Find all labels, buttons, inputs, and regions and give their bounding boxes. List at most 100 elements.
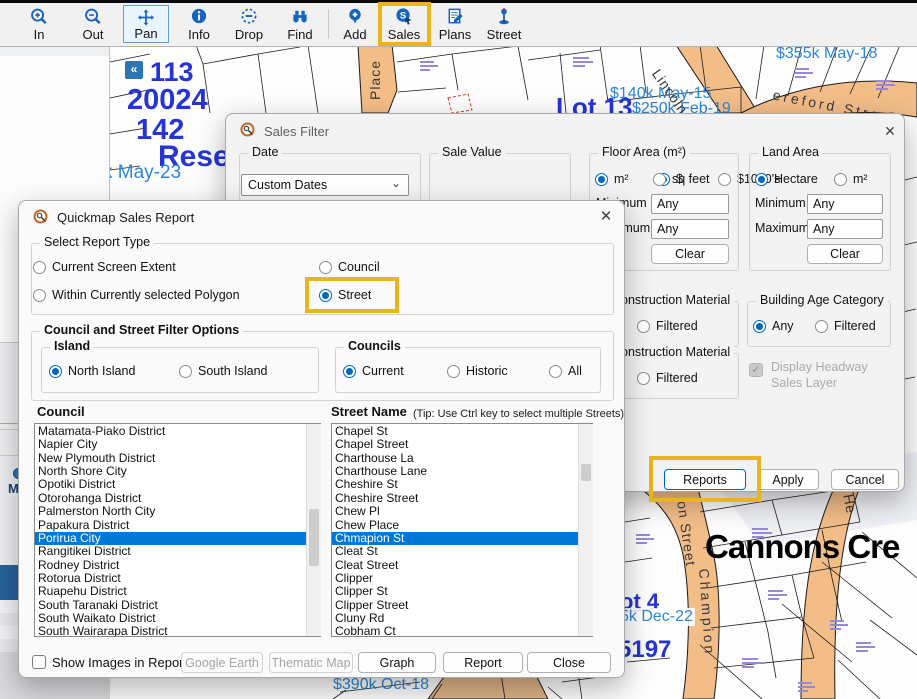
list-item[interactable]: South Taranaki District [38,599,320,612]
list-item[interactable]: Otorohanga District [38,492,320,505]
cancel-button[interactable]: Cancel [831,469,899,490]
report-type-screen-extent-radio[interactable] [33,261,46,274]
list-item[interactable]: Chmapion St [332,532,592,545]
group-label: Select Report Type [40,235,154,249]
show-images-checkbox[interactable] [32,655,46,669]
report-type-street-radio[interactable] [319,289,332,302]
council-list-scrollbar[interactable] [306,424,321,636]
toolbar-button-zoom-out[interactable]: Out [70,5,116,43]
floor-area-sqfeet-radio[interactable] [653,173,666,186]
thematic-map-button[interactable]: Thematic Map [269,652,353,673]
close-button[interactable]: Close [527,652,611,673]
toolbar-button-drop[interactable]: Drop [226,5,272,43]
list-item[interactable]: Ruapehu District [38,585,320,598]
councils-current-radio[interactable] [343,365,356,378]
street-list-scrollbar[interactable] [578,424,593,636]
list-item[interactable]: Chapel St [335,425,592,438]
group-label: Building Age Category [756,293,888,307]
land-area-clear-button[interactable]: Clear [807,244,883,264]
land-area-max-field[interactable]: Any [807,219,883,239]
island-south-radio[interactable] [179,365,192,378]
list-item[interactable]: Clipper St [335,585,592,598]
floor-area-max-field[interactable]: Any [651,219,729,239]
floor-area-clear-button[interactable]: Clear [651,244,729,264]
list-item[interactable]: Palmerston North City [38,505,320,518]
toolbar-button-street[interactable]: Street [481,5,527,43]
google-earth-button[interactable]: Google Earth [181,652,263,673]
sidebar-collapse-button[interactable]: « [125,61,143,79]
land-area-min-field[interactable]: Any [807,194,883,214]
island-north-radio[interactable] [49,365,62,378]
toolbar-button-info[interactable]: Info [176,5,222,43]
list-item[interactable]: Charthouse Lane [335,465,592,478]
scrollbar-thumb[interactable] [581,464,591,481]
toolbar-button-zoom-in[interactable]: In [16,5,62,43]
land-area-m2-radio[interactable] [834,173,847,186]
group-label: Floor Area (m²) [598,145,690,159]
scrollbar-thumb[interactable] [309,509,319,566]
list-item[interactable]: Clipper Street [335,599,592,612]
close-icon[interactable]: ✕ [597,208,615,226]
radio-label: Council [338,260,380,274]
list-item[interactable]: Charthouse La [335,452,592,465]
list-item[interactable]: South Waikato District [38,612,320,625]
list-item[interactable]: Cluny Rd [335,612,592,625]
toolbar-button-add[interactable]: Add [332,5,378,43]
list-item[interactable]: Papakura District [38,519,320,532]
list-item[interactable]: Clipper [335,572,592,585]
list-item[interactable]: South Wairarapa District [38,625,320,637]
list-item[interactable]: Cheshire St [335,478,592,491]
radio-label: m² [853,172,868,186]
list-item[interactable]: Chew Place [335,519,592,532]
land-area-hectare-radio[interactable] [755,173,768,186]
councils-all-radio[interactable] [549,365,562,378]
toolbar-button-sales[interactable]: S Sales [381,5,427,43]
list-item[interactable]: Matamata-Piako District [38,425,320,438]
toolbar-separator [328,9,329,39]
display-headway-checkbox[interactable]: ✓ [749,363,763,377]
council-listbox[interactable]: Matamata-Piako DistrictNapier CityNew Pl… [34,423,321,637]
list-item[interactable]: New Plymouth District [38,452,320,465]
list-item[interactable]: Cleat Street [335,559,592,572]
construction2-filtered-radio[interactable] [637,372,650,385]
radio-label: Historic [466,364,508,378]
list-item[interactable]: Porirua City [35,532,320,545]
list-item[interactable]: Cobham Ct [335,625,592,637]
report-type-polygon-radio[interactable] [33,289,46,302]
radio-label: Filtered [834,319,876,333]
list-item[interactable]: Rangitikei District [38,545,320,558]
apply-button[interactable]: Apply [757,469,819,490]
toolbar-label: Sales [388,28,421,41]
list-item[interactable]: Cheshire Street [335,492,592,505]
date-range-combobox[interactable]: Custom Dates ⌄ [241,174,409,196]
report-type-council-radio[interactable] [319,261,332,274]
list-item[interactable]: Cleat St [335,545,592,558]
street-listbox[interactable]: Chapel StChapel StreetCharthouse LaChart… [331,423,593,637]
building-age-filtered-radio[interactable] [815,320,828,333]
graph-button[interactable]: Graph [358,652,436,673]
street-pin-icon [494,7,514,26]
close-icon[interactable]: ✕ [881,122,899,140]
reports-button[interactable]: Reports [664,469,746,490]
toolbar-button-find[interactable]: Find [277,5,323,43]
building-age-any-radio[interactable] [753,320,766,333]
toolbar-button-plans[interactable]: Plans [432,5,478,43]
toolbar-button-pan[interactable]: Pan [123,5,169,43]
group-label: Construction Material [608,345,734,359]
combobox-value: Custom Dates [248,178,327,192]
report-button[interactable]: Report [443,652,523,673]
construction1-filtered-radio[interactable] [637,320,650,333]
pan-icon [136,8,156,27]
list-item[interactable]: Chew Pl [335,505,592,518]
floor-area-m2-radio[interactable] [595,173,608,186]
councils-historic-radio[interactable] [447,365,460,378]
list-item[interactable]: Rotorua District [38,572,320,585]
sales-icon: S [394,7,414,26]
floor-area-min-field[interactable]: Any [651,194,729,214]
list-item[interactable]: Opotiki District [38,478,320,491]
group-label: Island [50,339,94,353]
list-item[interactable]: Rodney District [38,559,320,572]
list-item[interactable]: Napier City [38,438,320,451]
list-item[interactable]: Chapel Street [335,438,592,451]
list-item[interactable]: North Shore City [38,465,320,478]
